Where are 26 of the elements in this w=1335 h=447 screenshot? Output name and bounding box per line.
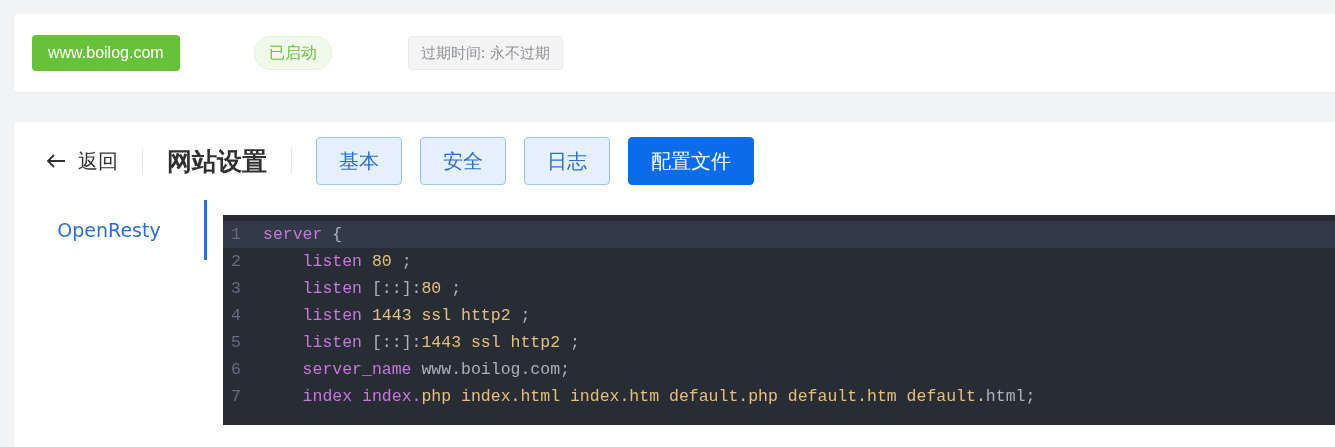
code-line: listen 1443 ssl http2 ; [301,306,531,325]
back-arrow-icon [46,153,66,169]
status-tag: 已启动 [253,36,332,70]
tab[interactable]: 安全 [420,137,506,185]
side-menu-item[interactable]: OpenResty [14,200,207,260]
domain-tag: www.boilog.com [32,35,180,71]
line-number: 3 [230,279,242,298]
code-line: listen 80 ; [301,252,412,271]
line-number: 1 [230,225,242,244]
code-line: server { [263,225,343,244]
page-title: 网站设置 [167,145,267,178]
line-number: 4 [230,306,242,325]
tab[interactable]: 配置文件 [628,137,754,185]
code-line: server_name www.boilog.com; [301,360,570,379]
line-number: 7 [230,387,242,406]
code-line: listen [::]:1443 ssl http2 ; [301,333,580,352]
code-editor[interactable] [223,215,1335,425]
code-line: index index.php index.html index.htm default.php default.htm default.html; [301,387,1036,406]
tab[interactable]: 日志 [524,137,610,185]
line-number: 5 [230,333,242,352]
back-link[interactable]: 返回 [46,147,118,175]
line-number: 2 [230,252,242,271]
expiry-tag: 过期时间: 永不过期 [407,36,564,70]
line-number: 6 [230,360,242,379]
code-line: listen [::]:80 ; [301,279,462,298]
tab[interactable]: 基本 [316,137,402,185]
